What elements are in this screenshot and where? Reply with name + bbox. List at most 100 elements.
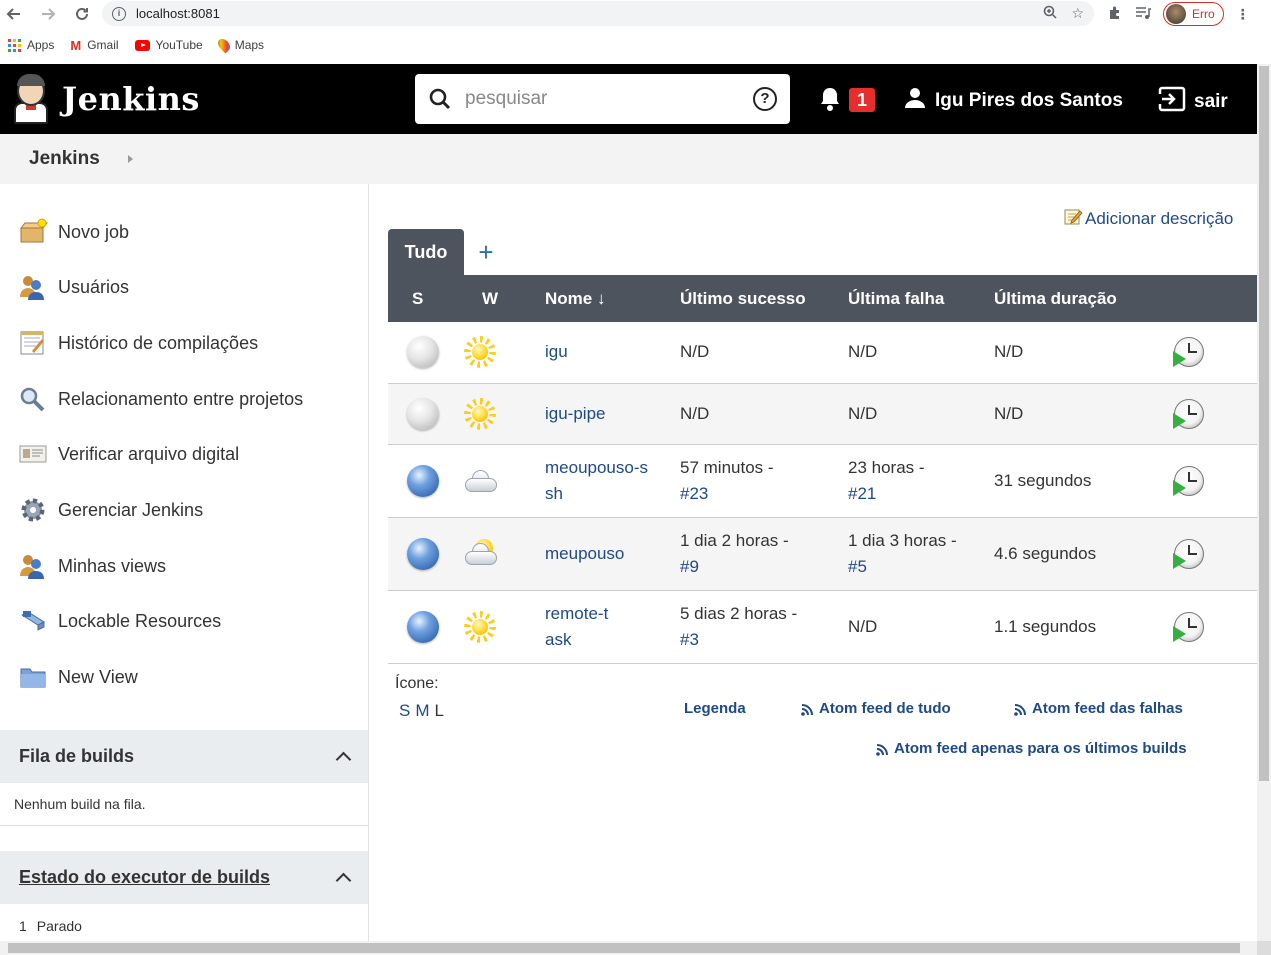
icon-size-s[interactable]: S — [399, 701, 410, 721]
edit-note-icon — [1063, 206, 1083, 231]
new-package-icon — [18, 218, 49, 246]
build-link[interactable]: #3 — [680, 630, 699, 649]
horizontal-scrollbar[interactable] — [0, 941, 1257, 955]
task-fingerprint[interactable]: Verificar arquivo digital — [18, 440, 239, 468]
bookmark-youtube[interactable]: YouTube — [134, 38, 203, 52]
column-last-success[interactable]: Último sucesso — [680, 275, 848, 322]
build-link[interactable]: #23 — [680, 484, 708, 503]
last-duration: 4.6 segundos — [994, 543, 1097, 563]
last-failure: 23 horas - — [848, 457, 925, 477]
task-label: New View — [58, 666, 138, 687]
reload-icon[interactable] — [68, 0, 96, 28]
schedule-build-icon[interactable] — [1173, 398, 1204, 429]
jenkins-logo[interactable]: Jenkins — [12, 74, 200, 124]
column-last-duration[interactable]: Última duração — [994, 275, 1164, 322]
feed-all-link[interactable]: Atom feed de tudo — [801, 700, 951, 717]
table-row: igu N/D N/D N/D — [388, 322, 1257, 384]
menu-kebab-icon[interactable]: ⋮ — [1236, 6, 1250, 23]
executors-header[interactable]: Estado do executor de builds — [0, 851, 368, 904]
breadcrumb-arrow-icon[interactable] — [127, 155, 133, 163]
task-build-history[interactable]: Histórico de compilações — [18, 329, 258, 357]
task-new-view[interactable]: New View — [18, 663, 138, 691]
help-icon[interactable]: ? — [753, 87, 777, 111]
build-link[interactable]: #5 — [848, 557, 867, 576]
job-link[interactable]: igu-pipe — [545, 404, 606, 423]
executor-number: 1 — [19, 918, 27, 934]
job-link[interactable]: remote-task — [545, 601, 615, 653]
task-label: Usuários — [58, 276, 130, 297]
task-my-views[interactable]: Minhas views — [18, 552, 166, 580]
search-input[interactable] — [465, 79, 753, 119]
task-manage-jenkins[interactable]: Gerenciar Jenkins — [18, 496, 203, 524]
build-link[interactable]: #21 — [848, 484, 876, 503]
schedule-build-icon[interactable] — [1173, 538, 1204, 569]
job-link[interactable]: meupouso — [545, 544, 624, 563]
scrollbar-thumb[interactable] — [8, 943, 1240, 953]
table-row: remote-task 5 dias 2 horas - #3 N/D 1.1 s… — [388, 590, 1257, 664]
profile-button[interactable]: Erro — [1163, 2, 1224, 26]
bell-icon[interactable] — [818, 86, 842, 117]
back-icon[interactable] — [0, 0, 28, 28]
task-project-relationship[interactable]: Relacionamento entre projetos — [18, 385, 303, 413]
users-icon — [18, 552, 48, 580]
icon-size-m[interactable]: M — [415, 701, 429, 721]
chevron-up-icon[interactable] — [335, 872, 352, 889]
last-success: 57 minutos - — [680, 457, 774, 477]
legend-label: Legenda — [684, 700, 746, 717]
media-icon[interactable] — [1135, 6, 1151, 23]
add-view-tab[interactable]: + — [464, 229, 508, 275]
job-link[interactable]: igu — [545, 342, 568, 361]
last-failure: 1 dia 3 horas - — [848, 530, 957, 550]
feed-failures-link[interactable]: Atom feed das falhas — [1014, 700, 1183, 717]
build-queue-title: Fila de builds — [19, 746, 135, 766]
youtube-icon — [134, 39, 150, 51]
schedule-build-icon[interactable] — [1173, 465, 1204, 496]
feed-label: Atom feed de tudo — [819, 700, 951, 717]
schedule-build-icon[interactable] — [1173, 611, 1204, 642]
scrollbar-corner — [1257, 941, 1271, 955]
add-description-link[interactable]: Adicionar descrição — [1063, 206, 1233, 231]
notification-badge[interactable]: 1 — [849, 88, 875, 112]
build-link[interactable]: #9 — [680, 557, 699, 576]
forward-icon[interactable] — [34, 0, 62, 28]
zoom-icon[interactable] — [1043, 5, 1057, 22]
last-duration: N/D — [994, 403, 1024, 423]
bookmark-gmail[interactable]: M Gmail — [70, 38, 118, 53]
column-name[interactable]: Nome ↓ — [545, 275, 680, 322]
column-status[interactable]: S — [388, 275, 458, 322]
column-last-failure[interactable]: Última falha — [848, 275, 994, 322]
bookmark-maps[interactable]: Maps — [215, 36, 264, 54]
bookmark-apps[interactable]: Apps — [8, 38, 54, 52]
tab-all[interactable]: Tudo — [388, 229, 464, 275]
user-menu[interactable]: Igu Pires dos Santos — [903, 86, 1123, 116]
status-grey-ball-icon — [407, 336, 439, 369]
last-success: 5 dias 2 horas - — [680, 603, 798, 623]
logout-button[interactable]: sair — [1158, 86, 1228, 118]
site-info-icon[interactable]: i — [112, 6, 126, 21]
task-new-job[interactable]: Novo job — [18, 218, 129, 246]
icon-size-l: L — [434, 701, 444, 720]
feed-latest-link[interactable]: Atom feed apenas para os últimos builds — [876, 740, 1187, 757]
status-blue-ball-icon — [407, 464, 439, 497]
table-header-row: S W Nome ↓ Último sucesso Última falha Ú… — [388, 275, 1257, 322]
schedule-build-icon[interactable] — [1173, 337, 1204, 368]
column-weather[interactable]: W — [458, 275, 545, 322]
task-lockable-resources[interactable]: Lockable Resources — [18, 607, 221, 635]
build-queue-header[interactable]: Fila de builds — [0, 730, 368, 783]
breadcrumb-jenkins[interactable]: Jenkins — [29, 148, 100, 170]
extensions-icon[interactable] — [1108, 5, 1123, 23]
scrollbar-thumb[interactable] — [1259, 66, 1269, 781]
jobs-table: S W Nome ↓ Último sucesso Última falha Ú… — [388, 275, 1257, 664]
star-icon[interactable]: ☆ — [1071, 5, 1084, 22]
user-name: Igu Pires dos Santos — [935, 90, 1123, 111]
legend-link[interactable]: Legenda — [684, 700, 746, 717]
last-failure: N/D — [848, 616, 878, 636]
executors-title[interactable]: Estado do executor de builds — [19, 867, 270, 888]
job-link[interactable]: meoupouso-ssh — [545, 455, 655, 507]
avatar — [1166, 4, 1186, 24]
address-bar[interactable]: i localhost:8081 ☆ — [102, 1, 1094, 26]
task-users[interactable]: Usuários — [18, 273, 129, 301]
last-failure: N/D — [848, 342, 878, 362]
chevron-up-icon[interactable] — [335, 751, 352, 768]
vertical-scrollbar[interactable] — [1257, 64, 1271, 941]
